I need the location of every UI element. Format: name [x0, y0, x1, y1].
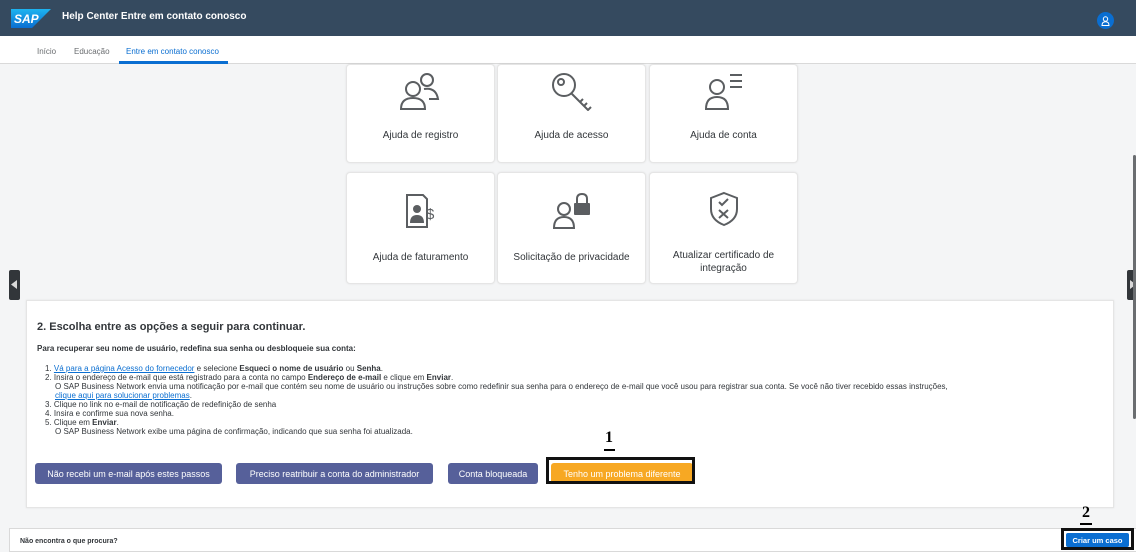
shell-bar: SAP Help Center Entre em contato conosco — [0, 0, 1136, 36]
step-marker-1: 1 — [605, 429, 613, 446]
tile-account-help[interactable]: Ajuda de conta — [649, 64, 798, 163]
sap-logo[interactable]: SAP — [11, 9, 51, 28]
scroll-left-handle[interactable] — [9, 270, 20, 300]
users-icon — [399, 73, 439, 110]
active-tab-indicator — [119, 61, 228, 64]
tile-privacy-request[interactable]: Solicitação de privacidade — [497, 172, 646, 284]
account-locked-button[interactable]: Conta bloqueada — [448, 463, 538, 484]
step-marker-2: 2 — [1082, 504, 1090, 521]
step-3: 3. Clique no link no e-mail de notificaç… — [45, 400, 277, 409]
svg-text:SAP: SAP — [14, 12, 40, 26]
tile-label: Ajuda de acesso — [534, 130, 609, 141]
shield-certificate-icon — [709, 191, 738, 227]
options-intro: Para recuperar seu nome de usuário, rede… — [37, 344, 356, 353]
tile-billing-help[interactable]: $ Ajuda de faturamento — [346, 172, 495, 284]
tile-label: Atualizar certificado de integração — [672, 250, 775, 274]
step-2-link-line: clique aqui para solucionar problemas. — [55, 391, 192, 400]
tab-inicio[interactable]: Início — [37, 47, 56, 56]
key-icon — [551, 73, 592, 111]
step-2-note: O SAP Business Network envia uma notific… — [55, 382, 948, 391]
tab-bar: Início Educação Entre em contato conosco — [0, 36, 1136, 64]
create-case-button[interactable]: Criar um caso — [1066, 533, 1129, 547]
options-title: 2. Escolha entre as opções a seguir para… — [37, 321, 306, 333]
tab-educacao[interactable]: Educação — [74, 47, 110, 56]
chevron-left-icon — [11, 280, 17, 289]
tile-update-certificate[interactable]: Atualizar certificado de integração — [649, 172, 798, 284]
svg-text:$: $ — [426, 206, 435, 223]
step-2: 2. Insira o endereço de e-mail que está … — [45, 373, 454, 382]
troubleshoot-link[interactable]: clique aqui para solucionar problemas — [55, 391, 190, 400]
user-avatar[interactable] — [1097, 12, 1114, 29]
user-lock-icon — [552, 193, 590, 229]
reassign-admin-button[interactable]: Preciso reatribuir a conta do administra… — [236, 463, 433, 484]
user-list-icon — [704, 74, 742, 110]
tile-label: Ajuda de faturamento — [372, 252, 469, 263]
tile-label: Solicitação de privacidade — [513, 252, 630, 263]
marker-1-underline — [604, 449, 615, 451]
step-5-note: O SAP Business Network exibe uma página … — [55, 427, 413, 436]
footer-bar: Não encontra o que procura? — [9, 528, 1136, 552]
step-4: 4. Insira e confirme sua nova senha. — [45, 409, 174, 418]
steps-list: 1. Vá para a página Acesso do fornecedor… — [45, 364, 1115, 436]
step-5: 5. Clique em Enviar. — [45, 418, 119, 427]
invoice-icon: $ — [405, 194, 435, 228]
tile-label: Ajuda de registro — [382, 130, 459, 141]
footer-text: Não encontra o que procura? — [20, 538, 118, 545]
user-icon — [1101, 15, 1110, 26]
tile-registration-help[interactable]: Ajuda de registro — [346, 64, 495, 163]
tab-contato[interactable]: Entre em contato conosco — [126, 47, 219, 56]
tile-access-help[interactable]: Ajuda de acesso — [497, 64, 646, 163]
no-email-button[interactable]: Não recebi um e-mail após estes passos — [35, 463, 222, 484]
tile-label: Ajuda de conta — [690, 130, 757, 141]
marker-2-underline — [1080, 523, 1092, 525]
supplier-access-link[interactable]: Vá para a página Acesso do fornecedor — [54, 364, 195, 373]
shell-title: Help Center Entre em contato conosco — [62, 11, 247, 22]
step-1: 1. Vá para a página Acesso do fornecedor… — [45, 364, 383, 373]
highlight-box-1 — [546, 457, 695, 484]
